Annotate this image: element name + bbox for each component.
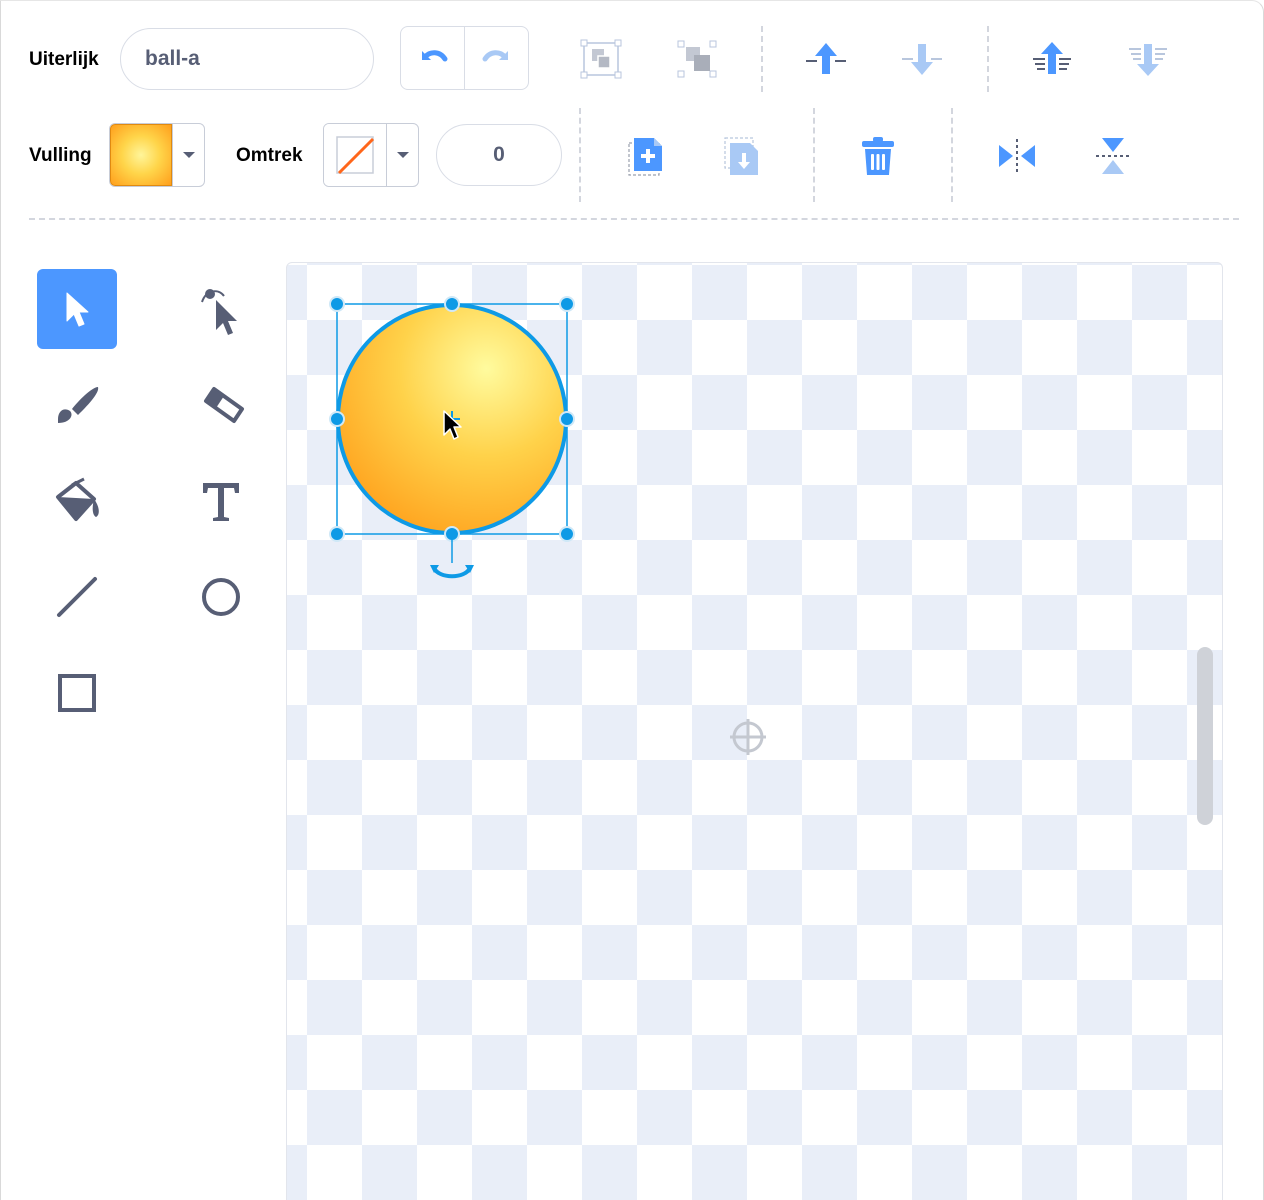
eraser-icon xyxy=(204,387,244,423)
group-button[interactable] xyxy=(579,38,623,80)
bucket-icon xyxy=(56,477,99,521)
tool-fill[interactable] xyxy=(37,461,117,541)
toolbar-divider xyxy=(987,26,989,92)
copy-icon xyxy=(628,138,662,176)
costume-label: Uiterlijk xyxy=(29,49,99,70)
brush-icon xyxy=(58,387,99,423)
toolbar-divider xyxy=(761,26,763,92)
ungroup-icon xyxy=(677,40,717,78)
paste-button[interactable] xyxy=(721,134,763,178)
forward-button[interactable] xyxy=(803,38,849,80)
flip-horizontal-icon xyxy=(999,139,1035,173)
canvas-layer xyxy=(329,296,766,755)
text-icon xyxy=(203,483,239,521)
back-icon xyxy=(1129,44,1167,76)
no-color-icon xyxy=(336,136,375,175)
outline-width-input[interactable] xyxy=(436,124,562,186)
ungroup-button[interactable] xyxy=(675,38,719,80)
crosshair-icon xyxy=(730,719,766,755)
back-button[interactable] xyxy=(1125,38,1171,80)
tool-circle[interactable] xyxy=(181,557,261,637)
fill-swatch xyxy=(110,124,173,186)
redo-button[interactable] xyxy=(464,27,528,89)
vertical-scrollbar[interactable] xyxy=(1197,647,1213,825)
tool-select[interactable] xyxy=(37,269,117,349)
reshape-icon xyxy=(201,289,237,335)
tool-text[interactable] xyxy=(181,461,261,541)
flip-vertical-icon xyxy=(1096,138,1130,174)
toolbar-divider xyxy=(951,108,953,202)
circle-icon xyxy=(202,578,240,616)
outline-label: Omtrek xyxy=(236,145,303,166)
backward-button[interactable] xyxy=(899,38,945,80)
front-icon xyxy=(1033,42,1071,74)
line-icon xyxy=(57,577,97,617)
arrow-icon xyxy=(66,292,89,327)
delete-button[interactable] xyxy=(857,134,899,178)
flip-horizontal-button[interactable] xyxy=(995,134,1039,178)
trash-icon xyxy=(862,137,894,175)
backward-icon xyxy=(902,44,942,75)
toolbar-bottom-divider xyxy=(29,218,1239,220)
tool-reshape[interactable] xyxy=(181,269,261,349)
chevron-down-icon xyxy=(172,124,204,186)
undo-icon xyxy=(421,50,447,62)
rectangle-icon xyxy=(58,674,96,712)
undo-button[interactable] xyxy=(401,27,464,89)
outline-swatch-none xyxy=(324,124,387,186)
toolbar-divider xyxy=(579,108,581,202)
costume-name-input[interactable] xyxy=(120,28,374,90)
chevron-down-icon xyxy=(386,124,418,186)
outline-color-button[interactable] xyxy=(323,123,419,187)
drawing-canvas[interactable] xyxy=(286,262,1223,1200)
copy-button[interactable] xyxy=(625,134,667,178)
tool-brush[interactable] xyxy=(37,365,117,445)
paint-editor: Uiterlijk ball-a Vulling Omtrek 0 xyxy=(0,0,1264,1200)
flip-vertical-button[interactable] xyxy=(1091,134,1135,178)
redo-icon xyxy=(482,50,508,62)
tool-rectangle[interactable] xyxy=(37,653,117,733)
fill-label: Vulling xyxy=(29,145,92,166)
tool-line[interactable] xyxy=(37,557,117,637)
tool-eraser[interactable] xyxy=(181,365,261,445)
rotate-handle-icon[interactable] xyxy=(430,534,474,579)
front-button[interactable] xyxy=(1029,38,1075,80)
toolbar-divider xyxy=(813,108,815,202)
undo-redo-group xyxy=(400,26,529,90)
paste-icon xyxy=(724,137,758,175)
forward-icon xyxy=(806,43,846,74)
fill-color-button[interactable] xyxy=(109,123,205,187)
group-icon xyxy=(580,39,622,79)
